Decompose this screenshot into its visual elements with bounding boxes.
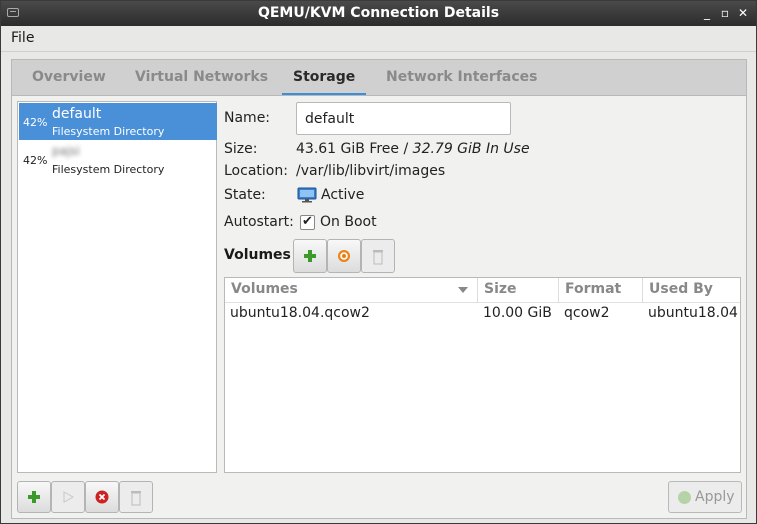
stop-pool-button[interactable] [85,481,119,513]
maximize-icon[interactable]: ▫ [717,5,733,21]
connection-details-window: QEMU/KVM Connection Details _ ▫ ✕ File O… [0,0,757,524]
tab-bar: Overview Virtual Networks Storage Networ… [11,59,747,96]
add-pool-button[interactable] [17,481,51,513]
pool-item-default[interactable]: 42% default Filesystem Directory [19,103,217,140]
tab-overview[interactable]: Overview [32,60,106,96]
pool-name-field[interactable] [296,102,511,135]
autostart-value[interactable]: On Boot [320,214,377,230]
window-title: QEMU/KVM Connection Details [257,5,500,21]
column-header-used-by[interactable]: Used By [643,278,740,302]
volumes-table-header: Volumes Size Format Used By [225,278,740,303]
pool-name: pajsi [52,144,80,158]
minimize-icon[interactable]: _ [699,5,715,21]
name-label: Name: [224,110,271,126]
pool-type: Filesystem Directory [52,125,165,138]
location-label: Location: [224,163,288,179]
autostart-label: Autostart: [224,214,294,230]
volumes-table: Volumes Size Format Used By ubuntu18.04.… [224,277,741,473]
tab-virtual-networks[interactable]: Virtual Networks [135,60,268,96]
pool-name: default [52,106,102,122]
pool-usage-percent: 42% [23,116,48,129]
sort-descending-icon [458,287,468,293]
monitor-icon [297,187,317,203]
size-value: 43.61 GiB Free / 32.79 GiB In Use [296,141,530,157]
menubar: File [1,26,756,52]
titlebar: QEMU/KVM Connection Details _ ▫ ✕ [1,1,756,26]
size-separator: / [399,141,413,157]
delete-icon [373,250,383,265]
close-icon[interactable]: ✕ [735,5,751,21]
apply-label: Apply [695,489,735,505]
volume-size-cell: 10.00 GiB [483,305,552,321]
add-icon [304,250,316,262]
tab-storage[interactable]: Storage [282,60,367,96]
apply-icon [678,491,691,504]
add-volume-button[interactable] [293,239,327,273]
delete-pool-button[interactable] [119,481,153,513]
delete-volume-button[interactable] [361,239,395,273]
column-header-volumes[interactable]: Volumes [225,278,478,302]
volume-used-by-cell: ubuntu18.04 [648,305,738,321]
volume-name-cell: ubuntu18.04.qcow2 [230,305,370,321]
autostart-checkbox[interactable] [300,214,315,230]
volume-format-cell: qcow2 [564,305,610,321]
pool-item-second[interactable]: 42% pajsi Filesystem Directory [19,141,217,178]
state-value: Active [321,187,365,203]
apply-button[interactable]: Apply [668,481,742,513]
refresh-volumes-button[interactable] [327,239,361,273]
tab-network-interfaces[interactable]: Network Interfaces [386,60,537,96]
refresh-icon [338,250,350,262]
play-icon [63,491,75,503]
location-value: /var/lib/libvirt/images [296,163,446,179]
start-pool-button[interactable] [51,481,85,513]
pool-usage-percent: 42% [23,154,48,167]
size-in-use: 32.79 GiB In Use [412,141,530,157]
column-header-size[interactable]: Size [478,278,559,302]
stop-icon [95,490,109,504]
size-free: 43.61 GiB Free [296,141,400,157]
column-header-format[interactable]: Format [559,278,643,302]
menu-file[interactable]: File [11,30,34,46]
storage-pool-list: 42% default Filesystem Directory 42% paj… [17,101,217,473]
delete-icon [131,491,141,506]
pool-type: Filesystem Directory [52,163,165,176]
size-label: Size: [224,141,258,157]
add-icon [28,491,40,503]
volumes-heading: Volumes [224,247,291,263]
state-label: State: [224,187,266,203]
